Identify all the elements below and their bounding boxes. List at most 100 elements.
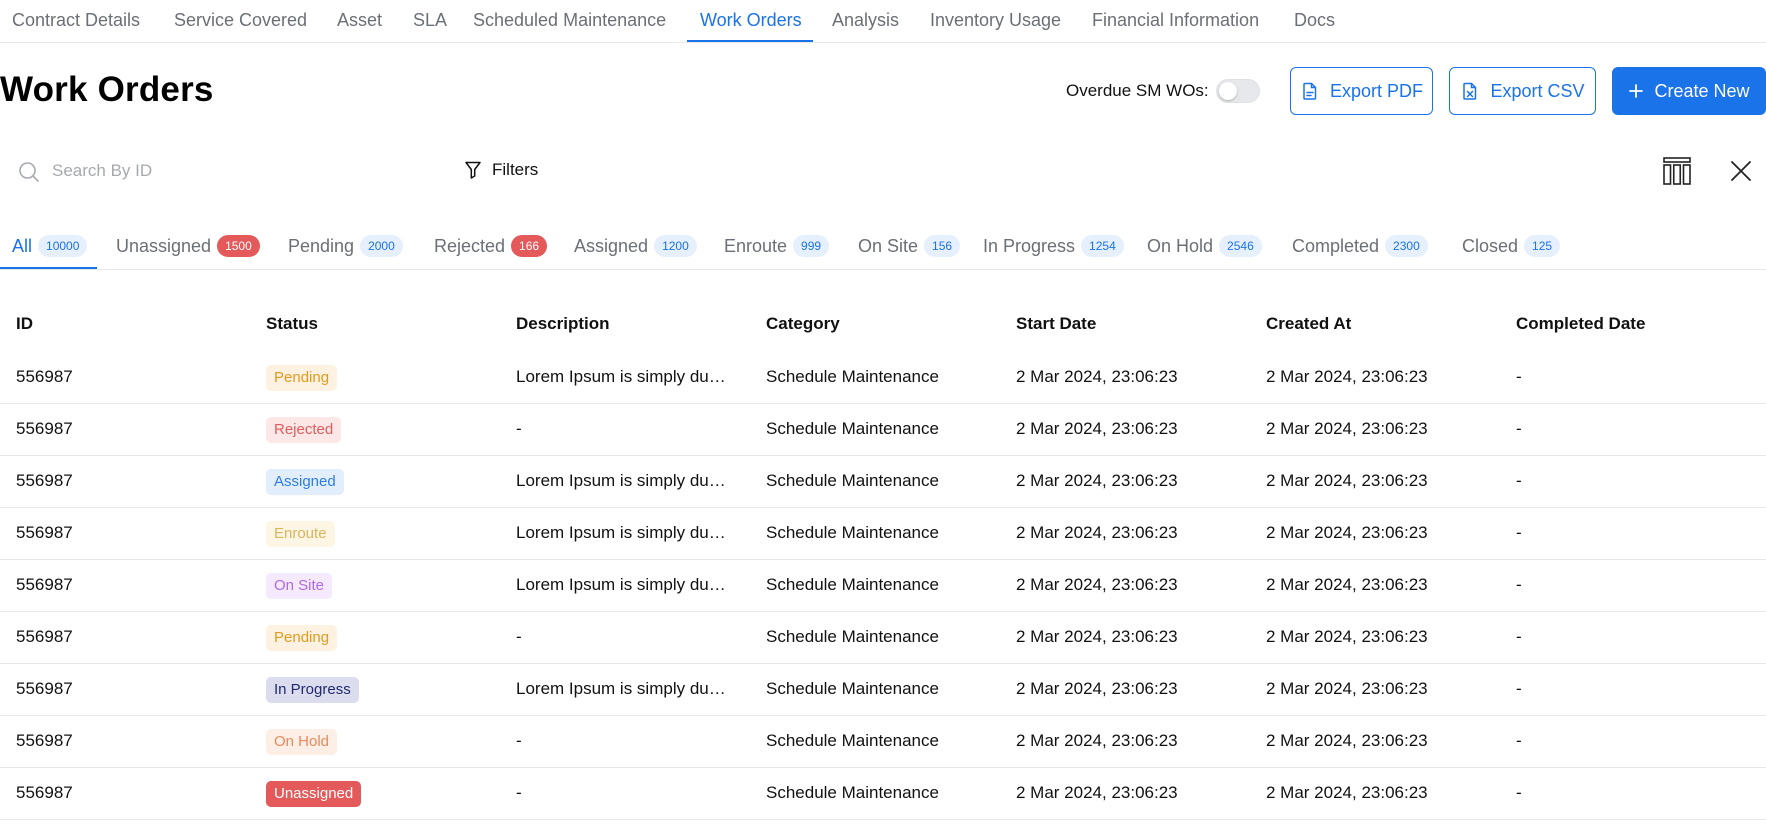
status-badge: Rejected <box>266 417 342 443</box>
table-row[interactable]: 556987 On Hold - Schedule Maintenance 2 Mar … <box>0 716 1766 768</box>
description-cell: - <box>516 419 522 438</box>
start-date-cell: 2 Mar 2024, 23:06:23 <box>1016 367 1178 386</box>
status-badge: Pending <box>266 365 338 391</box>
status-tab-completed[interactable]: Completed 2300 <box>1292 235 1428 257</box>
column-header[interactable]: Description <box>516 314 610 334</box>
export-pdf-button[interactable]: Export PDF <box>1290 67 1433 115</box>
category-cell: Schedule Maintenance <box>766 367 939 386</box>
count-badge: 10000 <box>38 235 88 257</box>
status-tab-label: Rejected <box>434 235 506 256</box>
category-cell: Schedule Maintenance <box>766 731 939 750</box>
pdf-file-icon <box>1303 82 1317 100</box>
table-row[interactable]: 556987 Pending Lorem Ipsum is simply dummy… <box>0 352 1766 404</box>
id-cell: 556987 <box>16 471 73 490</box>
status-tab-closed[interactable]: Closed 125 <box>1462 235 1561 257</box>
table-header: ID Status Description Category Start Dat… <box>0 300 1766 352</box>
create-new-label: Create New <box>1654 80 1750 101</box>
status-tab-label: On Site <box>858 235 919 256</box>
id-cell: 556987 <box>16 575 73 594</box>
export-csv-button[interactable]: Export CSV <box>1449 67 1596 115</box>
completed-date-cell: - <box>1516 627 1522 646</box>
status-badge: On Hold <box>266 729 338 755</box>
description-cell: Lorem Ipsum is simply dummy text <box>516 679 728 698</box>
tab-sla[interactable]: SLA <box>413 10 447 31</box>
column-header[interactable]: Status <box>266 314 318 334</box>
column-header[interactable]: Start Date <box>1016 314 1096 334</box>
status-badge: On Site <box>266 573 333 599</box>
page-title: Work Orders <box>0 70 214 109</box>
status-tabs: All 10000 Unassigned 1500 Pending 2000 R… <box>0 225 1766 270</box>
status-tab-label: On Hold <box>1147 235 1214 256</box>
status-tab-assigned[interactable]: Assigned 1200 <box>574 235 697 257</box>
id-cell: 556987 <box>16 367 73 386</box>
tab-work-orders[interactable]: Work Orders <box>700 10 802 31</box>
description-cell: - <box>516 627 522 646</box>
status-tab-on-hold[interactable]: On Hold 2546 <box>1147 235 1262 257</box>
overdue-sm-toggle[interactable] <box>1216 79 1260 103</box>
table-row[interactable]: 556987 On Site Lorem Ipsum is simply dummy… <box>0 560 1766 612</box>
status-tab-on-site[interactable]: On Site 156 <box>858 235 961 257</box>
completed-date-cell: - <box>1516 783 1522 802</box>
completed-date-cell: - <box>1516 523 1522 542</box>
status-tab-pending[interactable]: Pending 2000 <box>288 235 403 257</box>
tab-analysis[interactable]: Analysis <box>832 10 899 31</box>
table-row[interactable]: 556987 Unassigned - Schedule Maintenance 2 M… <box>0 768 1766 820</box>
filters-button[interactable]: Filters <box>464 160 538 180</box>
status-badge: Enroute <box>266 521 335 547</box>
id-cell: 556987 <box>16 731 73 750</box>
filter-icon <box>465 161 481 179</box>
tab-inventory-usage[interactable]: Inventory Usage <box>930 10 1061 31</box>
id-cell: 556987 <box>16 783 73 802</box>
column-header[interactable]: Category <box>766 314 840 334</box>
table-body: 556987 Pending Lorem Ipsum is simply dummy… <box>0 352 1766 820</box>
status-badge: Unassigned <box>266 781 362 807</box>
column-header[interactable]: Created At <box>1266 314 1351 334</box>
export-csv-label: Export CSV <box>1490 80 1585 101</box>
overdue-sm-label: Overdue SM WOs: <box>1066 81 1209 100</box>
status-tab-label: Completed <box>1292 235 1380 256</box>
close-icon[interactable] <box>1730 160 1752 182</box>
column-header[interactable]: ID <box>16 314 33 334</box>
status-tab-label: Enroute <box>724 235 788 256</box>
search-input[interactable] <box>52 156 432 186</box>
tab-contract-details[interactable]: Contract Details <box>12 10 140 31</box>
tab-asset[interactable]: Asset <box>337 10 382 31</box>
count-badge: 999 <box>793 235 830 257</box>
create-new-button[interactable]: Create New <box>1612 67 1766 115</box>
status-tab-all[interactable]: All 10000 <box>12 235 88 257</box>
count-badge: 1254 <box>1081 235 1124 257</box>
status-tab-in-progress[interactable]: In Progress 1254 <box>983 235 1124 257</box>
tab-financial-information[interactable]: Financial Information <box>1092 10 1259 31</box>
status-tab-unassigned[interactable]: Unassigned 1500 <box>116 235 260 257</box>
description-cell: - <box>516 731 522 750</box>
table-row[interactable]: 556987 In Progress Lorem Ipsum is simply d… <box>0 664 1766 716</box>
status-tab-rejected[interactable]: Rejected 166 <box>434 235 548 257</box>
status-badge: Pending <box>266 625 338 651</box>
completed-date-cell: - <box>1516 471 1522 490</box>
status-tab-label: Unassigned <box>116 235 212 256</box>
table-row[interactable]: 556987 Pending - Schedule Maintenance 2 Mar … <box>0 612 1766 664</box>
status-tab-label: Pending <box>288 235 355 256</box>
created-at-cell: 2 Mar 2024, 23:06:23 <box>1266 783 1428 802</box>
toggle-knob <box>1219 82 1237 100</box>
status-tab-enroute[interactable]: Enroute 999 <box>724 235 830 257</box>
created-at-cell: 2 Mar 2024, 23:06:23 <box>1266 367 1428 386</box>
table-row[interactable]: 556987 Enroute Lorem Ipsum is simply dummy… <box>0 508 1766 560</box>
start-date-cell: 2 Mar 2024, 23:06:23 <box>1016 679 1178 698</box>
count-badge: 1500 <box>217 235 260 257</box>
tab-docs[interactable]: Docs <box>1294 10 1335 31</box>
top-nav: Contract Details Service Covered Asset S… <box>0 0 1766 43</box>
columns-icon[interactable] <box>1663 157 1691 185</box>
count-badge: 156 <box>924 235 961 257</box>
table-row[interactable]: 556987 Rejected - Schedule Maintenance 2 Mar… <box>0 404 1766 456</box>
count-badge: 1200 <box>654 235 697 257</box>
table-row[interactable]: 556987 Assigned Lorem Ipsum is simply dumm… <box>0 456 1766 508</box>
start-date-cell: 2 Mar 2024, 23:06:23 <box>1016 731 1178 750</box>
completed-date-cell: - <box>1516 731 1522 750</box>
column-header[interactable]: Completed Date <box>1516 314 1645 334</box>
category-cell: Schedule Maintenance <box>766 471 939 490</box>
start-date-cell: 2 Mar 2024, 23:06:23 <box>1016 783 1178 802</box>
tab-service-covered[interactable]: Service Covered <box>174 10 307 31</box>
tab-scheduled-maintenance[interactable]: Scheduled Maintenance <box>473 10 666 31</box>
description-cell: Lorem Ipsum is simply dummy text <box>516 471 728 490</box>
